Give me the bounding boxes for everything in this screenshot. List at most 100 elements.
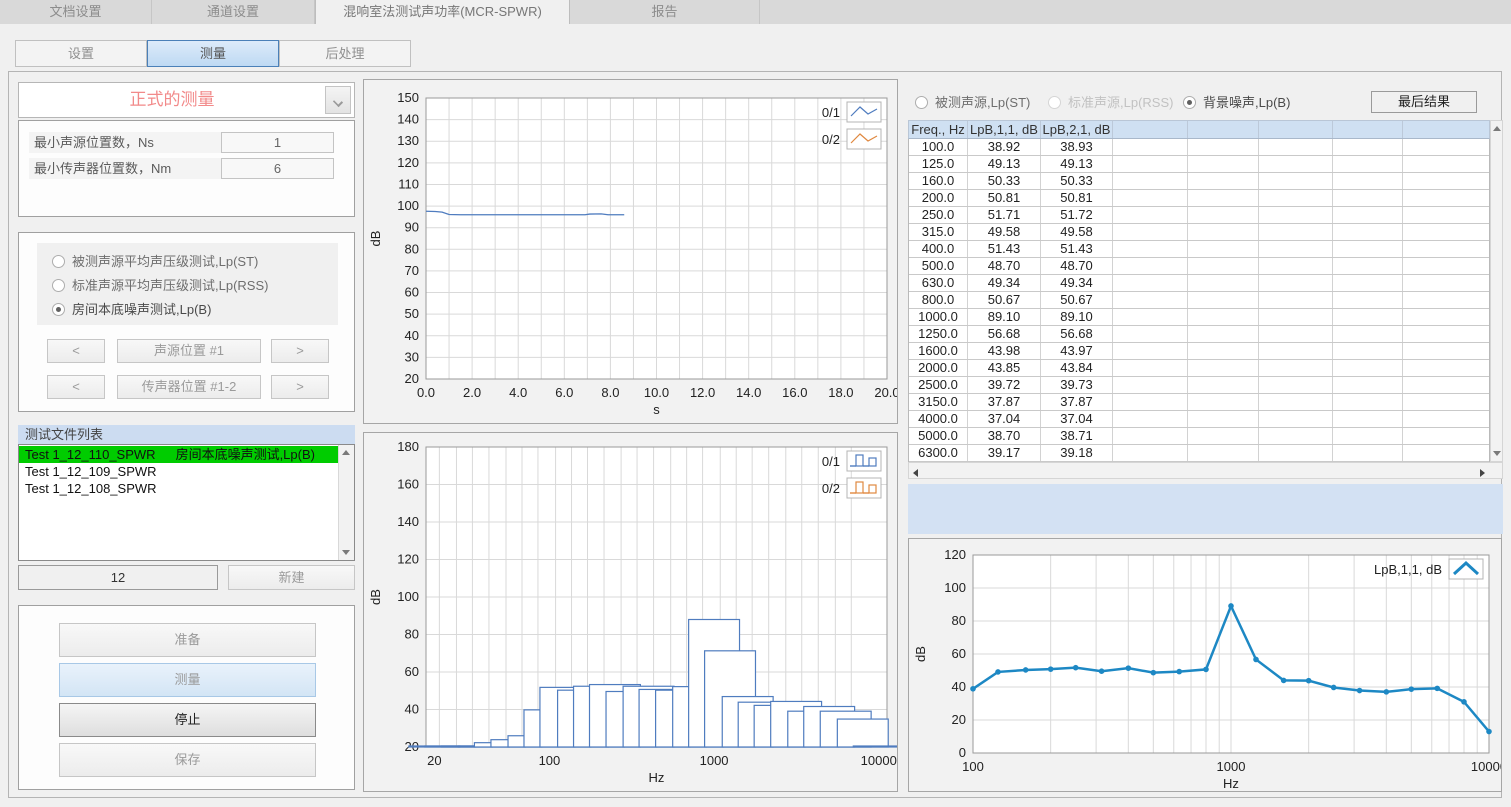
svg-text:70: 70: [405, 263, 419, 278]
table-row[interactable]: 200.050.8150.81: [909, 190, 1489, 207]
table-row[interactable]: 5000.038.7038.71: [909, 428, 1489, 445]
source-position-prev-button[interactable]: <: [47, 339, 105, 363]
table-cell: [1333, 275, 1403, 291]
subtab-postprocess[interactable]: 后处理: [279, 40, 411, 67]
svg-text:60: 60: [405, 664, 419, 679]
svg-text:90: 90: [405, 220, 419, 235]
table-cell: [1188, 377, 1259, 393]
table-cell: [1403, 190, 1489, 206]
table-cell: [1259, 275, 1333, 291]
arrow-left-icon: [913, 469, 918, 477]
table-cell: 50.81: [1041, 190, 1113, 206]
table-cell: [1259, 139, 1333, 155]
svg-text:140: 140: [397, 514, 419, 529]
table-cell: 43.85: [968, 360, 1041, 376]
result-background-radio[interactable]: 背景噪声,Lp(B): [1183, 95, 1290, 113]
table-row[interactable]: 3150.037.8737.87: [909, 394, 1489, 411]
action-button-panel: 准备 测量 停止 保存: [18, 605, 355, 790]
table-row[interactable]: 160.050.3350.33: [909, 173, 1489, 190]
measurement-mode-select[interactable]: 正式的测量: [18, 82, 355, 118]
table-row[interactable]: 4000.037.0437.04: [909, 411, 1489, 428]
list-item[interactable]: Test 1_12_109_SPWR: [19, 463, 338, 480]
source-position-button[interactable]: 声源位置 #1: [117, 339, 261, 363]
radio-lp-rss[interactable]: 标准声源平均声压级测试,Lp(RSS): [52, 278, 268, 296]
table-cell: [1113, 207, 1188, 223]
table-cell: 1250.0: [909, 326, 968, 342]
table-row[interactable]: 6300.039.1739.18: [909, 445, 1489, 462]
stop-button[interactable]: 停止: [59, 703, 316, 737]
radio-lp-b[interactable]: 房间本底噪声测试,Lp(B): [52, 302, 211, 320]
subtab-settings[interactable]: 设置: [15, 40, 147, 67]
svg-text:40: 40: [405, 702, 419, 717]
table-cell: 89.10: [968, 309, 1041, 325]
table-cell: [1188, 190, 1259, 206]
table-cell: 56.68: [1041, 326, 1113, 342]
table-vertical-scrollbar[interactable]: [1490, 120, 1503, 462]
table-row[interactable]: 500.048.7048.70: [909, 258, 1489, 275]
svg-text:0/1: 0/1: [822, 454, 840, 469]
table-cell: [1188, 360, 1259, 376]
result-source-radio[interactable]: 被测声源,Lp(ST): [915, 95, 1030, 113]
table-row[interactable]: 400.051.4351.43: [909, 241, 1489, 258]
list-item[interactable]: Test 1_12_108_SPWR: [19, 480, 338, 497]
svg-text:12.0: 12.0: [690, 385, 715, 400]
svg-text:dB: dB: [368, 589, 383, 605]
radio-lp-st[interactable]: 被测声源平均声压级测试,Lp(ST): [52, 254, 258, 272]
table-row[interactable]: 125.049.1349.13: [909, 156, 1489, 173]
table-horizontal-scrollbar[interactable]: [908, 462, 1503, 479]
scroll-right-button[interactable]: [1480, 465, 1492, 477]
scroll-up-button[interactable]: [339, 445, 354, 461]
table-cell: 37.04: [1041, 411, 1113, 427]
scroll-left-button[interactable]: [913, 465, 925, 477]
table-row[interactable]: 250.051.7151.72: [909, 207, 1489, 224]
measurement-mode-value: 正式的测量: [19, 83, 325, 117]
svg-text:140: 140: [397, 112, 419, 127]
svg-text:180: 180: [397, 439, 419, 454]
table-cell: [1113, 326, 1188, 342]
svg-text:80: 80: [405, 627, 419, 642]
table-row[interactable]: 315.049.5849.58: [909, 224, 1489, 241]
table-cell: 49.13: [1041, 156, 1113, 172]
min-mic-positions-input[interactable]: 6: [221, 158, 334, 179]
mic-position-next-button[interactable]: >: [271, 375, 329, 399]
mic-position-button[interactable]: 传声器位置 #1-2: [117, 375, 261, 399]
table-row[interactable]: 1000.089.1089.10: [909, 309, 1489, 326]
tab-channel-settings[interactable]: 通道设置: [152, 0, 315, 24]
scroll-down-button[interactable]: [1491, 445, 1502, 461]
result-rss-radio: 标准声源,Lp(RSS): [1048, 95, 1173, 113]
subtab-measure[interactable]: 测量: [147, 40, 279, 67]
scroll-up-button[interactable]: [1491, 121, 1502, 137]
min-source-positions-input[interactable]: 1: [221, 132, 334, 153]
table-cell: 49.34: [1041, 275, 1113, 291]
lpb21-column-header: LpB,2,1, dB: [1041, 121, 1113, 138]
table-row[interactable]: 1600.043.9843.97: [909, 343, 1489, 360]
svg-text:80: 80: [405, 241, 419, 256]
table-cell: 100.0: [909, 139, 968, 155]
test-file-list[interactable]: Test 1_12_110_SPWR房间本底噪声测试,Lp(B) Test 1_…: [18, 444, 355, 561]
mic-position-prev-button[interactable]: <: [47, 375, 105, 399]
scroll-down-button[interactable]: [339, 544, 354, 560]
table-cell: 51.43: [1041, 241, 1113, 257]
mode-dropdown-button[interactable]: [325, 86, 351, 114]
svg-text:10000: 10000: [861, 753, 897, 768]
table-row[interactable]: 2000.043.8543.84: [909, 360, 1489, 377]
tab-report[interactable]: 报告: [570, 0, 760, 24]
final-result-button[interactable]: 最后结果: [1371, 91, 1477, 113]
tab-mcr-spwr[interactable]: 混响室法测试声功率(MCR-SPWR): [315, 0, 570, 24]
table-cell: [1113, 428, 1188, 444]
source-position-next-button[interactable]: >: [271, 339, 329, 363]
file-list-scrollbar[interactable]: [338, 445, 354, 560]
tab-document-settings[interactable]: 文档设置: [0, 0, 152, 24]
list-item[interactable]: Test 1_12_110_SPWR房间本底噪声测试,Lp(B): [19, 446, 338, 463]
table-cell: [1188, 309, 1259, 325]
table-row[interactable]: 630.049.3449.34: [909, 275, 1489, 292]
table-cell: [1113, 241, 1188, 257]
arrow-up-icon: [342, 450, 350, 455]
table-cell: 1600.0: [909, 343, 968, 359]
table-row[interactable]: 2500.039.7239.73: [909, 377, 1489, 394]
table-row[interactable]: 1250.056.6856.68: [909, 326, 1489, 343]
table-cell: [1403, 428, 1489, 444]
file-count-button[interactable]: 12: [18, 565, 218, 590]
table-row[interactable]: 100.038.9238.93: [909, 139, 1489, 156]
table-row[interactable]: 800.050.6750.67: [909, 292, 1489, 309]
